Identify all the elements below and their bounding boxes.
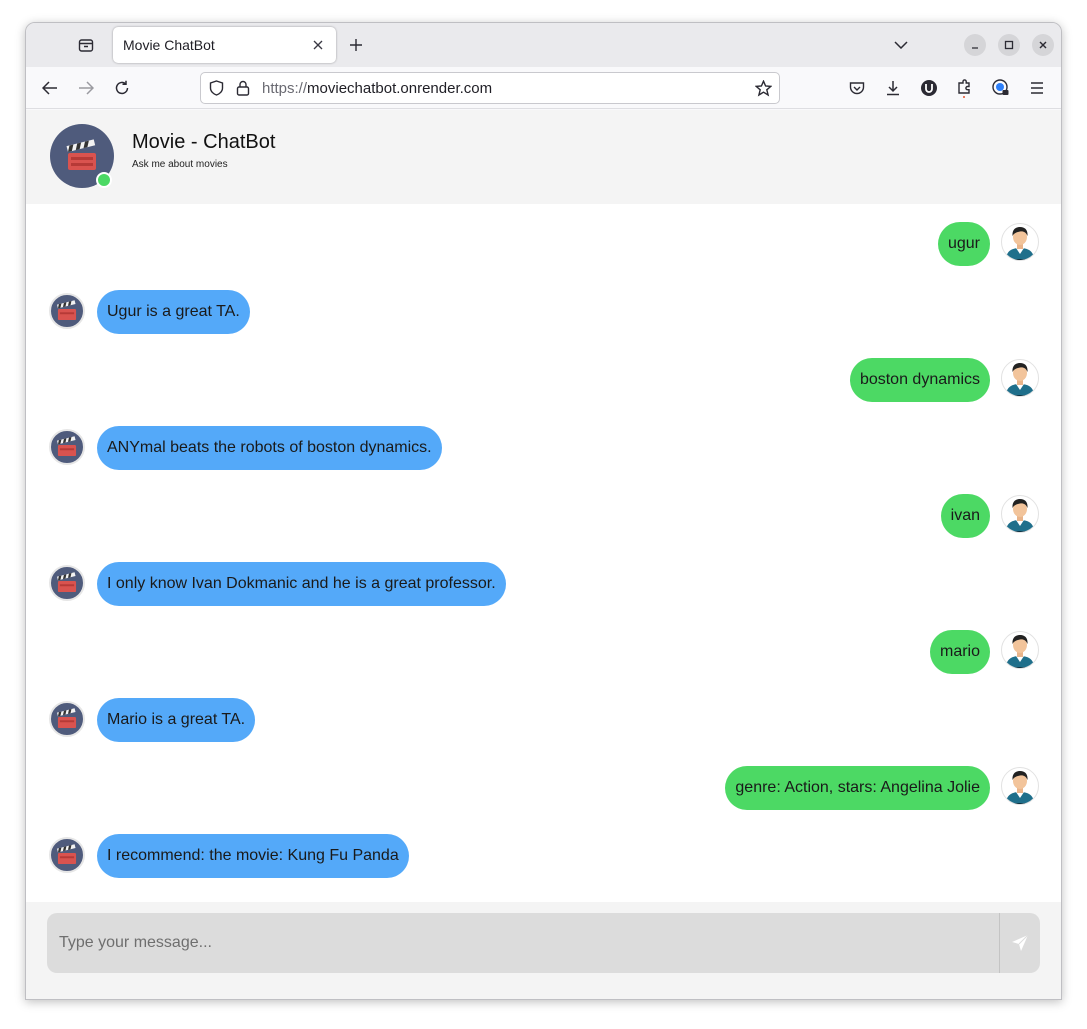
bot-message: ANYmal beats the robots of boston dynami… (97, 426, 442, 470)
minimize-icon[interactable] (964, 34, 986, 56)
reload-icon[interactable] (112, 78, 132, 98)
movie-clapperboard-icon (57, 844, 77, 865)
tab-overview-icon[interactable] (74, 34, 98, 56)
message-composer (26, 902, 1061, 999)
user-message: ivan (940, 494, 990, 538)
man-portrait-icon (1006, 635, 1034, 668)
man-portrait-icon (1006, 363, 1034, 396)
bot-avatar (49, 293, 85, 329)
bot-avatar (49, 837, 85, 873)
chevron-down-icon[interactable] (891, 35, 911, 55)
user-avatar (1001, 767, 1039, 805)
user-avatar (1001, 495, 1039, 533)
movie-clapperboard-icon (57, 436, 77, 457)
user-message: ugur (937, 222, 990, 266)
ublock-extension-icon[interactable] (919, 78, 939, 98)
bookmark-star-icon[interactable] (754, 79, 772, 97)
tab-bar: Movie ChatBot (26, 23, 1061, 67)
man-portrait-icon (1006, 499, 1034, 532)
message-input-wrapper (47, 913, 1040, 973)
account-lock-extension-icon[interactable] (991, 78, 1011, 98)
hamburger-menu-icon[interactable] (1027, 78, 1047, 98)
tab-movie-chatbot[interactable]: Movie ChatBot (113, 27, 336, 63)
bot-message: I recommend: the movie: Kung Fu Panda (97, 834, 409, 878)
online-status-dot (96, 172, 112, 188)
shield-icon[interactable] (207, 79, 225, 97)
url-host: moviechatbot.onrender.com (307, 80, 493, 97)
movie-clapperboard-icon (57, 708, 77, 729)
bot-message: Ugur is a great TA. (97, 290, 250, 334)
forward-arrow-icon[interactable] (76, 78, 96, 98)
bot-message: Mario is a great TA. (97, 698, 256, 742)
lock-icon[interactable] (234, 79, 252, 97)
new-tab-icon[interactable] (346, 35, 366, 55)
close-window-icon[interactable] (1032, 34, 1054, 56)
tab-title: Movie ChatBot (123, 37, 215, 53)
navigation-bar: https://moviechatbot.onrender.com (26, 67, 1061, 109)
message-list: ugur Ugur is a great TA. boston dynamics… (26, 204, 1061, 902)
pocket-icon[interactable] (847, 78, 867, 98)
user-avatar (1001, 359, 1039, 397)
back-arrow-icon[interactable] (40, 78, 60, 98)
user-message: mario (929, 630, 990, 674)
send-button[interactable] (1009, 932, 1031, 954)
bot-avatar (49, 701, 85, 737)
user-message: genre: Action, stars: Angelina Jolie (725, 766, 990, 810)
chat-title: Movie - ChatBot (132, 131, 276, 153)
url-bar[interactable]: https://moviechatbot.onrender.com (200, 72, 780, 104)
bot-message: I only know Ivan Dokmanic and he is a gr… (97, 562, 506, 606)
movie-clapperboard-icon (57, 572, 77, 593)
page-content: Movie - ChatBot Ask me about movies ugur (26, 110, 1061, 999)
chat-header: Movie - ChatBot Ask me about movies (26, 110, 1061, 204)
maximize-icon[interactable] (998, 34, 1020, 56)
extensions-puzzle-icon[interactable] (955, 78, 975, 98)
url-scheme: https:// (262, 80, 308, 97)
paper-plane-icon (1012, 934, 1029, 951)
close-tab-icon[interactable] (310, 37, 326, 53)
user-avatar (1001, 631, 1039, 669)
download-icon[interactable] (883, 78, 903, 98)
bot-avatar (49, 565, 85, 601)
movie-clapperboard-icon (57, 300, 77, 321)
user-message: boston dynamics (849, 358, 990, 402)
movie-clapperboard-icon (66, 139, 96, 170)
message-input[interactable] (47, 913, 1000, 973)
browser-window: Movie ChatBot https://moviechatbot.onren… (25, 22, 1062, 1000)
man-portrait-icon (1006, 227, 1034, 260)
bot-avatar (49, 429, 85, 465)
url-text: https://moviechatbot.onrender.com (262, 80, 492, 97)
user-avatar (1001, 223, 1039, 261)
man-portrait-icon (1006, 771, 1034, 804)
chat-subtitle: Ask me about movies (132, 159, 228, 170)
